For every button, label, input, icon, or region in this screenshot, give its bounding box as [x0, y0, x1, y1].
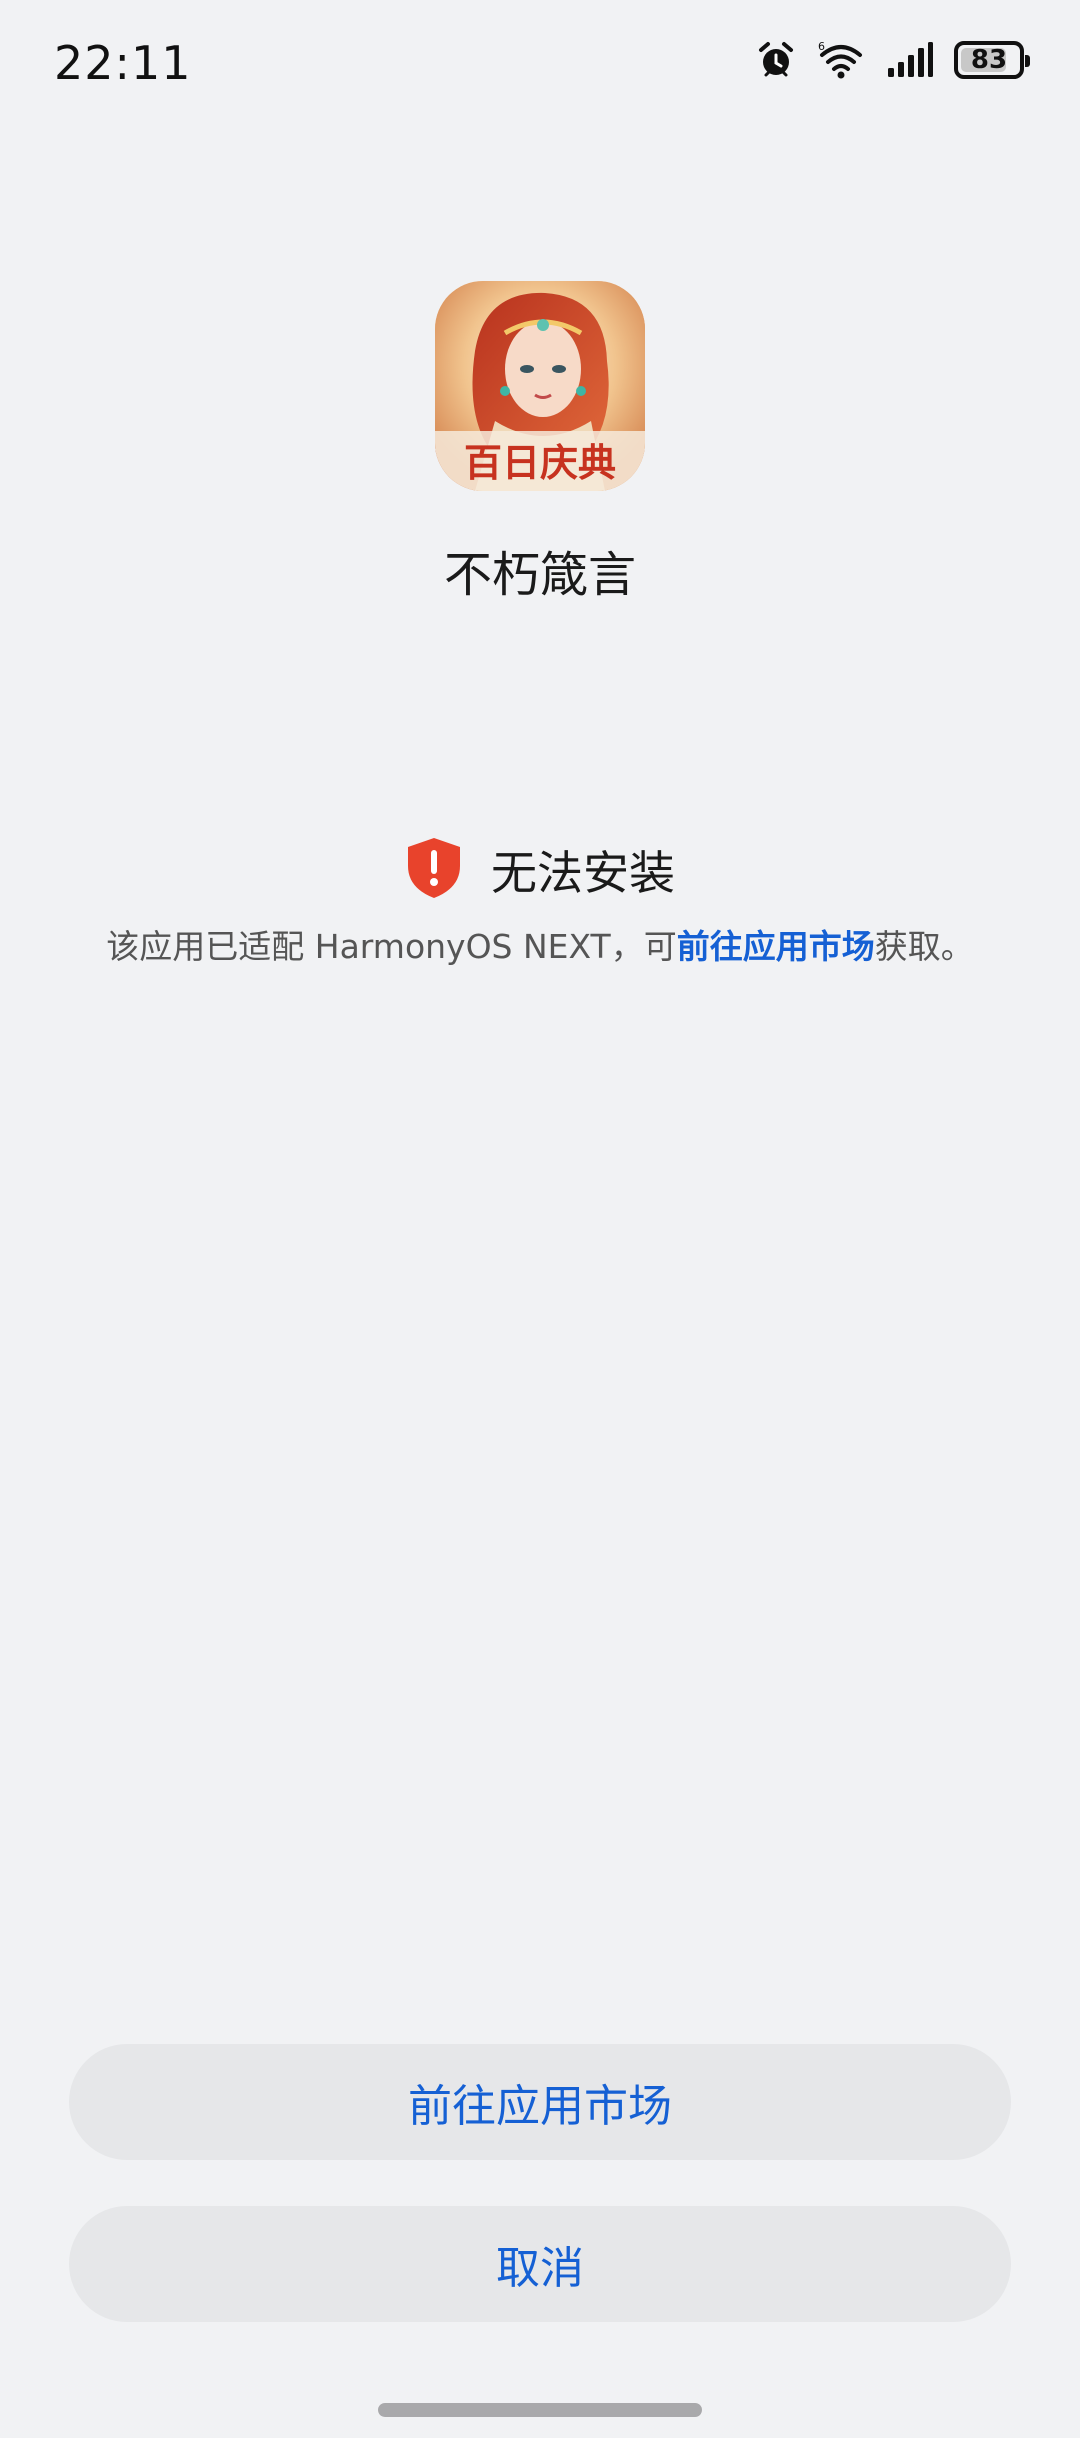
- app-icon-art: 百日庆典: [435, 281, 645, 491]
- app-name: 不朽箴言: [443, 547, 636, 603]
- status-time: 22:11: [54, 36, 192, 90]
- svg-text:6: 6: [818, 40, 825, 53]
- app-icon: 百日庆典: [435, 281, 645, 491]
- warning-header: 无法安装: [0, 836, 1080, 904]
- alarm-icon: [756, 40, 796, 80]
- go-to-app-market-button[interactable]: 前往应用市场: [69, 2044, 1011, 2160]
- battery-icon: 83: [954, 41, 1030, 79]
- warning-description: 该应用已适配 HarmonyOS NEXT，可前往应用市场获取。: [0, 920, 1080, 968]
- status-bar: 22:11 6 83: [0, 0, 1080, 130]
- home-indicator[interactable]: [378, 2403, 702, 2417]
- app-market-link[interactable]: 前往应用市场: [677, 927, 875, 966]
- shield-alert-icon: [405, 836, 463, 904]
- app-icon-banner: 百日庆典: [464, 440, 616, 485]
- status-icons: 6 83: [756, 40, 1030, 80]
- cancel-button[interactable]: 取消: [69, 2206, 1011, 2322]
- wifi-icon: 6: [816, 40, 866, 80]
- signal-icon: [886, 42, 934, 78]
- battery-level: 83: [970, 45, 1008, 75]
- warning-desc-suffix: 获取。: [874, 927, 974, 966]
- warning-desc-text: 该应用已适配 HarmonyOS NEXT，可: [106, 927, 677, 966]
- warning-title: 无法安装: [491, 846, 675, 900]
